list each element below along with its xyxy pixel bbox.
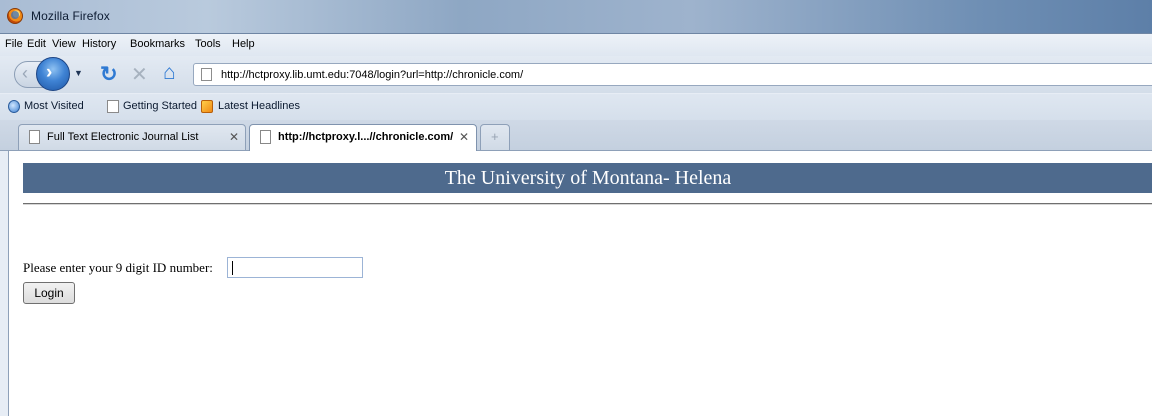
- tab-strip: Full Text Electronic Journal List ✕ http…: [0, 120, 1152, 151]
- rss-feed-icon: [201, 100, 213, 113]
- menu-edit[interactable]: Edit: [27, 38, 46, 50]
- plus-icon: +: [491, 129, 499, 144]
- bookmarks-toolbar: Most Visited Getting Started Latest Head…: [0, 94, 1152, 120]
- menu-bar: File Edit View History Bookmarks Tools H…: [0, 34, 1152, 56]
- text-caret: [232, 261, 233, 275]
- url-bar[interactable]: http://hctproxy.lib.umt.edu:7048/login?u…: [193, 63, 1152, 86]
- menu-history[interactable]: History: [82, 38, 116, 50]
- stop-icon[interactable]: ✕: [131, 62, 148, 87]
- page-icon: [29, 130, 40, 144]
- horizontal-rule: [23, 203, 1152, 205]
- forward-icon: ›: [46, 62, 53, 83]
- reload-icon[interactable]: ↻: [100, 62, 118, 87]
- forward-button[interactable]: ›: [36, 57, 70, 91]
- page-content: The University of Montana- Helena Please…: [8, 151, 1152, 416]
- window-title: Mozilla Firefox: [31, 9, 110, 23]
- browser-window: Mozilla Firefox File Edit View History B…: [0, 0, 1152, 416]
- firefox-logo-icon: [7, 8, 23, 24]
- tab-label: http://hctproxy.l...//chronicle.com/: [278, 131, 454, 143]
- menu-view[interactable]: View: [52, 38, 76, 50]
- id-prompt-label: Please enter your 9 digit ID number:: [23, 260, 213, 275]
- history-dropdown-icon[interactable]: ▼: [74, 68, 83, 78]
- bookmark-latest-headlines[interactable]: Latest Headlines: [218, 100, 300, 112]
- id-number-input[interactable]: [227, 257, 363, 278]
- close-icon[interactable]: ✕: [459, 130, 469, 144]
- most-visited-icon: [8, 100, 20, 113]
- menu-file[interactable]: File: [5, 38, 23, 50]
- page-icon: [107, 100, 119, 113]
- header-banner: The University of Montana- Helena: [23, 163, 1152, 193]
- bookmark-most-visited[interactable]: Most Visited: [24, 100, 84, 112]
- menu-help[interactable]: Help: [232, 38, 255, 50]
- bookmark-getting-started[interactable]: Getting Started: [123, 100, 197, 112]
- back-icon: ‹: [22, 63, 28, 83]
- tab-chronicle[interactable]: http://hctproxy.l...//chronicle.com/ ✕: [249, 124, 477, 151]
- menu-tools[interactable]: Tools: [195, 38, 221, 50]
- page-icon: [201, 68, 212, 81]
- tab-journal-list[interactable]: Full Text Electronic Journal List ✕: [18, 124, 246, 150]
- tab-label: Full Text Electronic Journal List: [47, 131, 199, 143]
- navigation-toolbar: ‹ › ▼ ↻ ✕ ⌂ http://hctproxy.lib.umt.edu:…: [0, 56, 1152, 93]
- home-icon[interactable]: ⌂: [163, 61, 176, 85]
- url-text[interactable]: http://hctproxy.lib.umt.edu:7048/login?u…: [221, 69, 523, 81]
- page-icon: [260, 130, 271, 144]
- close-icon[interactable]: ✕: [229, 130, 239, 144]
- page-title: The University of Montana- Helena: [444, 167, 732, 189]
- title-bar: Mozilla Firefox: [0, 0, 1152, 34]
- new-tab-button[interactable]: +: [480, 124, 510, 150]
- login-button[interactable]: Login: [23, 282, 75, 304]
- menu-bookmarks[interactable]: Bookmarks: [130, 38, 185, 50]
